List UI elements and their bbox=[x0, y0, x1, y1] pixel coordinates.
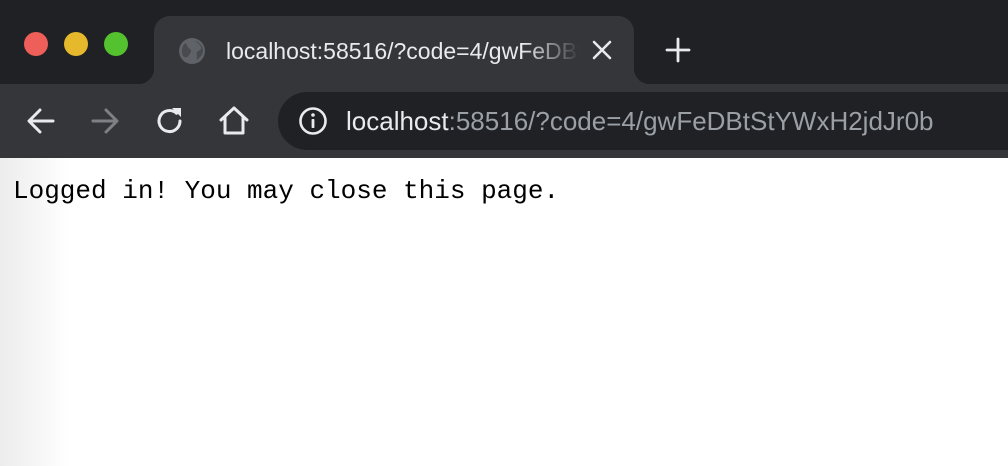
tab-title: localhost:58516/?code=4/gwFeDBtStYWxH2jd… bbox=[226, 38, 580, 64]
globe-icon bbox=[178, 37, 206, 65]
close-icon[interactable] bbox=[590, 38, 614, 62]
url-path: :58516/?code=4/gwFeDBtStYWxH2jdJr0b bbox=[448, 106, 934, 136]
tab-strip: localhost:58516/?code=4/gwFeDBtStYWxH2jd… bbox=[0, 0, 1008, 84]
page-content: Logged in! You may close this page. bbox=[0, 158, 1008, 466]
window-minimize-button[interactable] bbox=[64, 32, 88, 56]
arrow-left-icon[interactable] bbox=[24, 104, 58, 138]
url-text[interactable]: localhost:58516/?code=4/gwFeDBtStYWxH2jd… bbox=[346, 104, 1008, 138]
address-bar[interactable]: localhost:58516/?code=4/gwFeDBtStYWxH2jd… bbox=[278, 92, 1008, 150]
toolbar: localhost:58516/?code=4/gwFeDBtStYWxH2jd… bbox=[0, 84, 1008, 158]
reload-icon[interactable] bbox=[153, 104, 187, 138]
window-zoom-button[interactable] bbox=[104, 32, 128, 56]
window-close-button[interactable] bbox=[24, 32, 48, 56]
home-icon[interactable] bbox=[217, 104, 251, 138]
login-success-message: Logged in! You may close this page. bbox=[13, 176, 560, 206]
arrow-right-icon[interactable] bbox=[88, 104, 122, 138]
active-tab[interactable]: localhost:58516/?code=4/gwFeDBtStYWxH2jd… bbox=[138, 16, 650, 84]
browser-window: localhost:58516/?code=4/gwFeDBtStYWxH2jd… bbox=[0, 0, 1008, 466]
plus-icon[interactable] bbox=[664, 36, 692, 64]
url-host: localhost bbox=[346, 106, 449, 136]
info-icon[interactable] bbox=[298, 106, 328, 136]
